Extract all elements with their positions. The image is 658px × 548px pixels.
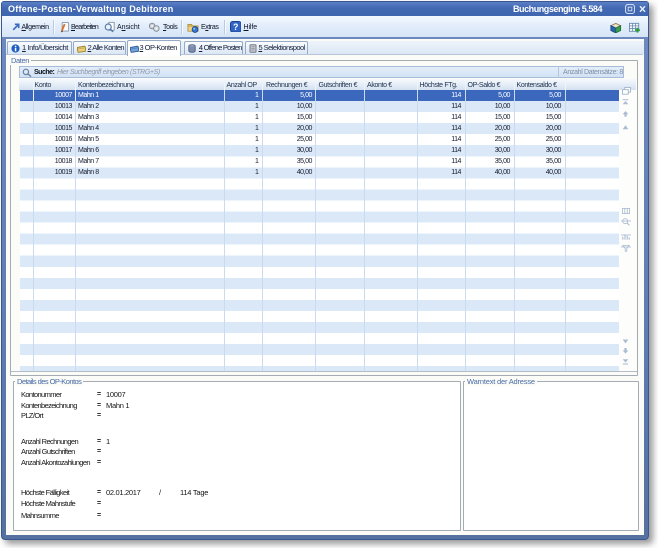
svg-text:?: ?: [233, 21, 238, 31]
